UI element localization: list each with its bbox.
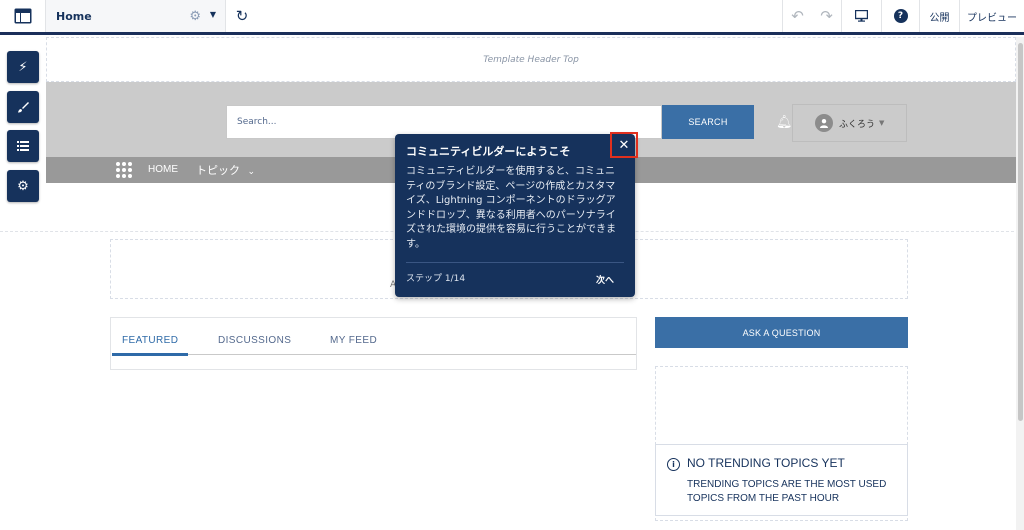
app-launcher-icon[interactable]	[116, 162, 132, 178]
popover-body: コミュニティビルダーを使用すると、コミュニティのブランド設定、ページの作成とカス…	[406, 166, 616, 250]
list-icon	[17, 141, 29, 151]
info-icon: i	[667, 458, 680, 471]
layout-button[interactable]	[0, 0, 46, 32]
trending-topics-title: NO TRENDING TOPICS YET	[687, 456, 845, 470]
refresh-icon: ↻	[235, 7, 249, 25]
popover-step-counter: ステップ 1/14	[406, 274, 466, 284]
builder-toolbar: Home ⚙ ▼ ↻ ↶ ↷ ? 公開 プレビュー	[0, 0, 1024, 35]
monitor-icon	[855, 10, 868, 22]
lightning-icon: ⚡︎	[18, 59, 28, 75]
ask-question-button[interactable]: ASK A QUESTION	[655, 317, 908, 348]
refresh-button[interactable]: ↻	[226, 0, 258, 32]
tab-featured[interactable]: FEATURED	[122, 335, 178, 346]
undo-redo-group: ↶ ↷	[782, 0, 842, 32]
components-panel-button[interactable]: ⚡︎	[7, 51, 39, 83]
tab-my-feed[interactable]: MY FEED	[330, 335, 377, 346]
close-icon: ✕	[618, 137, 630, 153]
scrollbar-thumb[interactable]	[1018, 43, 1023, 421]
page-selector[interactable]: Home ⚙ ▼	[46, 0, 226, 32]
template-header-region[interactable]: Template Header Top	[46, 37, 1016, 82]
close-button[interactable]: ✕	[610, 132, 638, 158]
brush-icon	[18, 102, 29, 113]
preview-button[interactable]: プレビュー	[960, 0, 1024, 32]
settings-panel-button[interactable]: ⚙	[7, 170, 39, 202]
help-button[interactable]: ?	[882, 0, 920, 32]
theme-panel-button[interactable]	[7, 91, 39, 123]
nav-item-topics[interactable]: トピック ⌄	[196, 162, 255, 178]
user-profile-menu[interactable]: ふくろう ▼	[792, 104, 907, 142]
page-name: Home	[56, 9, 92, 23]
user-name: ふくろう	[839, 119, 876, 130]
welcome-popover: コミュニティビルダーにようこそ コミュニティビルダーを使用すると、コミュニティの…	[395, 134, 635, 297]
tab-discussions[interactable]: DISCUSSIONS	[218, 335, 291, 346]
redo-icon[interactable]: ↷	[820, 7, 833, 25]
popover-divider	[406, 262, 624, 263]
chevron-down-icon: ⌄	[247, 167, 256, 177]
tabs-divider	[112, 354, 636, 355]
nav-item-home[interactable]: HOME	[148, 164, 178, 175]
page-structure-button[interactable]	[7, 130, 39, 162]
search-button[interactable]: SEARCH	[662, 105, 754, 139]
gear-icon: ⚙	[17, 178, 29, 194]
popover-title: コミュニティビルダーにようこそ	[406, 145, 571, 158]
active-tab-indicator	[112, 353, 188, 356]
avatar	[815, 114, 833, 132]
nav-topics-label: トピック	[196, 164, 240, 177]
layout-icon	[14, 8, 31, 24]
trending-topics-description: TRENDING TOPICS ARE THE MOST USED TOPICS…	[687, 479, 887, 504]
undo-icon[interactable]: ↶	[791, 7, 804, 25]
next-button[interactable]: 次へ	[596, 273, 614, 286]
bell-icon[interactable]: 🔔︎	[776, 115, 793, 130]
publish-button[interactable]: 公開	[920, 0, 960, 32]
help-icon: ?	[893, 9, 908, 23]
device-preview-button[interactable]	[842, 0, 882, 32]
user-icon	[820, 119, 828, 128]
chevron-down-icon: ▼	[209, 10, 216, 19]
page-settings-gear-icon[interactable]: ⚙	[189, 9, 201, 24]
chevron-down-icon: ▼	[879, 119, 885, 127]
